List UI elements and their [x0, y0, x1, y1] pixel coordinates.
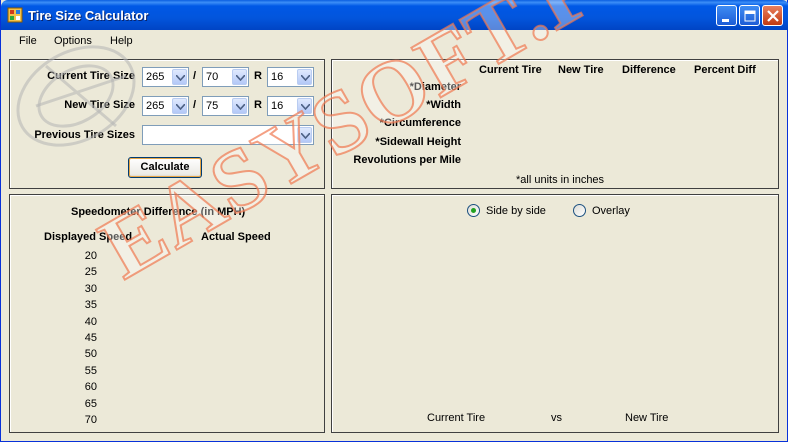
chevron-down-icon[interactable]: [297, 69, 312, 85]
maximize-icon: [744, 10, 756, 22]
speed-row-value: 55: [84, 364, 97, 377]
speed-row-value: 35: [84, 299, 97, 312]
header-difference: Difference: [622, 64, 676, 76]
chevron-down-icon[interactable]: [232, 98, 247, 114]
chevron-down-icon[interactable]: [172, 98, 187, 114]
header-new-tire: New Tire: [558, 64, 604, 76]
new-r-label: R: [254, 99, 262, 111]
speed-row-value: 65: [84, 397, 97, 410]
new-width-value: 265: [146, 100, 165, 112]
overlay-label[interactable]: Overlay: [592, 205, 630, 217]
new-rim-select[interactable]: 16: [267, 96, 314, 116]
displayed-speed-header: Displayed Speed: [44, 231, 133, 243]
row-width-label: *Width: [426, 99, 461, 111]
row-sidewall-height-label: *Sidewall Height: [375, 136, 461, 148]
visual-panel: [331, 194, 779, 433]
new-ratio-select[interactable]: 75: [202, 96, 249, 116]
speed-row-value: 45: [84, 332, 97, 344]
minimize-button[interactable]: [716, 5, 737, 26]
header-percent-diff: Percent Diff: [694, 64, 756, 76]
new-slash: /: [193, 99, 197, 111]
new-rim-value: 16: [271, 100, 284, 112]
app-window: Tire Size Calculator File Options Help C…: [0, 0, 788, 442]
minimize-icon: [722, 19, 729, 22]
previous-tire-sizes-label: Previous Tire Sizes: [34, 129, 135, 141]
row-revolutions-label: Revolutions per Mile: [353, 154, 461, 166]
row-circumference-label: *Circumference: [379, 117, 461, 129]
new-width-select[interactable]: 265: [142, 96, 189, 116]
current-tire-size-label: Current Tire Size: [47, 70, 135, 82]
current-ratio-select[interactable]: 70: [202, 67, 249, 87]
radio-selected-dot: [471, 208, 476, 213]
side-by-side-label[interactable]: Side by side: [486, 205, 546, 217]
calculate-button[interactable]: Calculate: [128, 157, 202, 178]
app-icon: [7, 7, 23, 23]
current-r-label: R: [254, 70, 262, 82]
speed-row-value: 40: [84, 315, 97, 328]
current-slash: /: [193, 70, 197, 82]
current-rim-select[interactable]: 16: [267, 67, 314, 87]
actual-speed-header: Actual Speed: [201, 231, 271, 243]
current-rim-value: 16: [271, 71, 284, 83]
current-width-value: 265: [146, 71, 165, 83]
close-icon: [767, 10, 779, 22]
new-ratio-value: 75: [206, 100, 219, 112]
current-width-select[interactable]: 265: [142, 67, 189, 87]
menu-bar: File Options Help: [1, 31, 787, 51]
menu-file[interactable]: File: [19, 35, 37, 47]
current-tire-caption: Current Tire: [427, 412, 486, 424]
title-bar[interactable]: Tire Size Calculator: [1, 0, 788, 30]
row-diameter-label: *Diameter: [409, 81, 461, 93]
speedometer-title: Speedometer Difference (in MPH): [71, 206, 246, 218]
close-button[interactable]: [762, 5, 783, 26]
chevron-down-icon[interactable]: [297, 127, 312, 143]
maximize-button[interactable]: [739, 5, 760, 26]
new-tire-caption: New Tire: [625, 412, 669, 424]
speedometer-panel: [9, 194, 325, 433]
units-note: *all units in inches: [516, 174, 605, 186]
speed-row-value: 20: [84, 250, 97, 262]
speed-row-value: 30: [84, 282, 97, 295]
speed-row-value: 50: [84, 348, 97, 361]
current-ratio-value: 70: [206, 71, 219, 83]
overlay-radio[interactable]: [573, 204, 586, 217]
menu-options[interactable]: Options: [54, 35, 92, 47]
speed-row-value: 25: [84, 266, 97, 279]
chevron-down-icon[interactable]: [297, 98, 312, 114]
vs-caption: vs: [551, 412, 562, 424]
speed-row-value: 60: [84, 381, 97, 394]
previous-tire-sizes-select[interactable]: [142, 125, 314, 145]
window-title: Tire Size Calculator: [28, 8, 149, 23]
menu-help[interactable]: Help: [110, 35, 133, 47]
side-by-side-radio[interactable]: [467, 204, 480, 217]
chevron-down-icon[interactable]: [172, 69, 187, 85]
speed-row-value: 70: [84, 414, 97, 426]
new-tire-size-label: New Tire Size: [64, 99, 135, 111]
chevron-down-icon[interactable]: [232, 69, 247, 85]
header-current-tire: Current Tire: [479, 64, 542, 76]
